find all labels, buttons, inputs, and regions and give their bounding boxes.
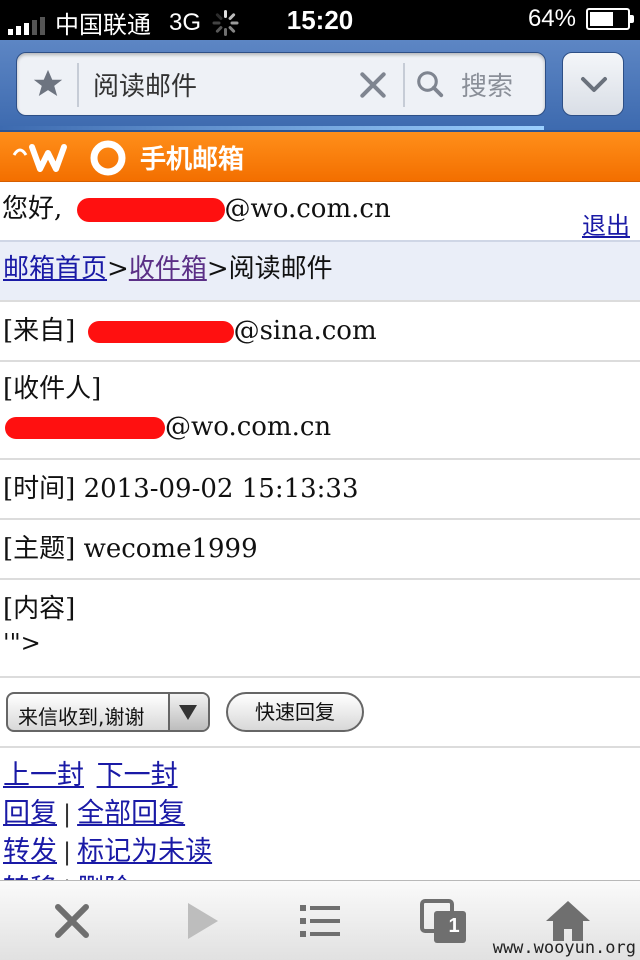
page-title-field[interactable]: 阅读邮件 [93,66,197,103]
bookmarks-list-icon[interactable] [298,899,342,943]
reply-link[interactable]: 回复 [3,798,57,829]
redacted-recipient [5,417,165,439]
home-icon[interactable] [544,899,592,943]
from-label: [来自] [3,316,76,346]
breadcrumb-home[interactable]: 邮箱首页 [3,254,107,284]
time-label: [时间] [3,474,76,504]
search-icon [417,71,444,98]
battery-icon [586,8,634,30]
forward-arrow-icon[interactable] [180,899,224,943]
to-domain: @wo.com.cn [165,412,332,442]
link-separator: | [63,838,72,866]
breadcrumb-inbox[interactable]: 收件箱 [129,254,207,284]
mail-subject: [主题] wecome1999 [3,532,640,566]
battery-percent: 64% [527,5,576,32]
browser-bottom-toolbar: 1 www.wooyun.org [0,880,640,960]
chevron-down-icon [581,77,607,92]
watermark-text: www.wooyun.org [492,938,636,958]
content-label: [内容] [3,594,76,624]
quick-reply-option: 来信收到,谢谢 [18,705,145,729]
breadcrumb-separator: > [107,254,129,284]
subject-value: wecome1999 [83,534,258,564]
breadcrumb-current: 阅读邮件 [228,254,333,284]
stop-icon[interactable] [50,899,94,943]
quick-reply-select[interactable]: 来信收到,谢谢 [6,692,210,732]
tabs-count: 1 [448,915,460,937]
loading-progress-bar [0,126,544,130]
time-value: 2013-09-02 15:13:33 [83,474,359,504]
forward-links: 转发 | 标记为未读 [3,834,212,870]
status-bar: 中国联通 3G 15:20 64% [0,0,640,40]
bookmark-star-icon[interactable] [31,67,65,101]
redacted-username [76,198,225,222]
mail-from: [来自] @sina.com [3,314,640,348]
breadcrumb: 邮箱首页>收件箱>阅读邮件 [0,240,640,300]
redacted-sender [87,321,234,343]
mail-content: [内容] '"> [3,592,640,660]
search-input[interactable]: 搜索 [461,66,513,103]
mark-unread-link[interactable]: 标记为未读 [77,836,212,867]
next-mail-link[interactable]: 下一封 [97,760,178,791]
mail-to: [收件人] @wo.com.cn [3,372,640,444]
reply-links: 回复 | 全部回复 [3,796,185,832]
nav-links: 上一封 下一封 [3,758,178,794]
subject-label: [主题] [3,534,76,564]
breadcrumb-separator: > [206,254,229,284]
clear-icon[interactable] [357,69,389,101]
quick-reply-button[interactable]: 快速回复 [226,692,364,732]
address-bar[interactable]: 阅读邮件 搜索 [16,52,546,116]
dropdown-arrow-icon [179,705,197,720]
prev-mail-link[interactable]: 上一封 [3,760,84,791]
link-separator: | [63,800,72,828]
from-domain: @sina.com [233,316,377,346]
greeting-email-domain: @wo.com.cn [224,194,391,224]
content-body: '"> [3,629,41,657]
browser-toolbar: 阅读邮件 搜索 [0,40,640,132]
dropdown-button[interactable] [562,52,624,116]
logout-link[interactable]: 退出 [582,206,630,241]
brand-title: 手机邮箱 [140,145,245,175]
tabs-button[interactable]: 1 [420,899,470,945]
to-label: [收件人] [3,374,102,404]
brand-banner: 手机邮箱 [0,132,640,182]
forward-link[interactable]: 转发 [3,836,57,867]
mail-time: [时间] 2013-09-02 15:13:33 [3,472,640,506]
greeting-prefix: 您好, [2,194,63,224]
reply-all-link[interactable]: 全部回复 [77,798,185,829]
greeting-line: 您好, @wo.com.cn [2,192,640,226]
wo-logo-icon [12,140,126,176]
